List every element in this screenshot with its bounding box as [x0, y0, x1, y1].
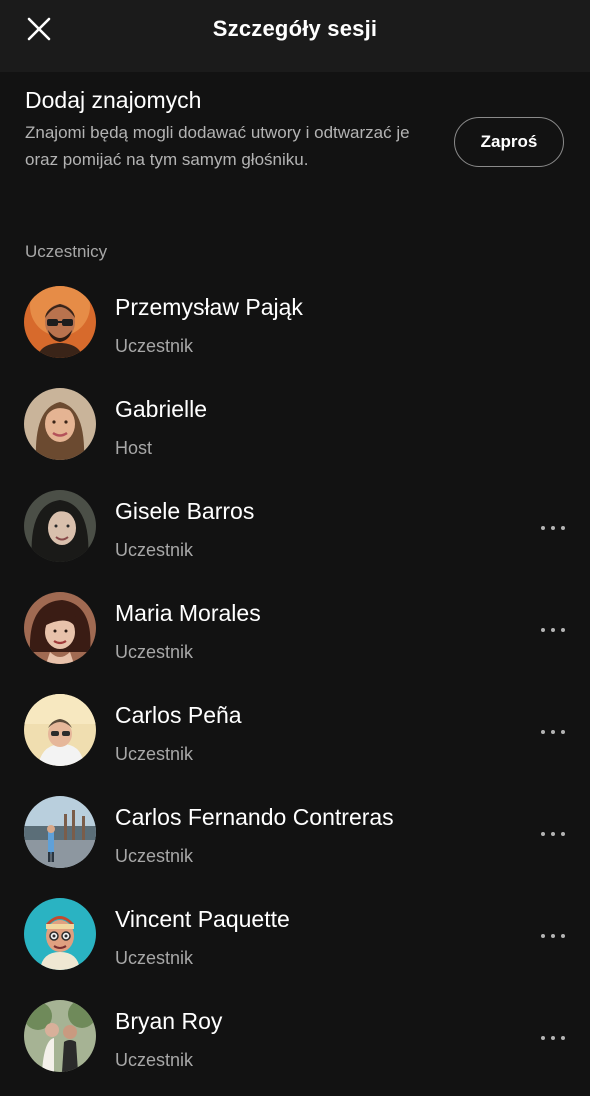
invite-button[interactable]: Zaproś — [454, 117, 564, 167]
dot-icon — [541, 1036, 545, 1040]
participant-name: Carlos Fernando Contreras — [115, 804, 394, 830]
top-bar: Szczegóły sesji — [0, 0, 590, 72]
participant-row[interactable]: Vincent Paquette Uczestnik — [0, 892, 590, 994]
avatar — [24, 286, 96, 358]
dot-icon — [551, 730, 555, 734]
participant-name: Gabrielle — [115, 396, 208, 422]
participant-name: Vincent Paquette — [115, 906, 290, 932]
participant-row[interactable]: Gabrielle Host — [0, 382, 590, 484]
avatar — [24, 796, 96, 868]
avatar — [24, 388, 96, 460]
avatar — [24, 490, 96, 562]
more-options-button[interactable] — [536, 1026, 570, 1050]
participant-role: Uczestnik — [115, 1050, 194, 1070]
page-title: Szczegóły sesji — [212, 16, 378, 41]
more-options-button[interactable] — [536, 516, 570, 540]
dot-icon — [541, 934, 545, 938]
participant-row[interactable]: Carlos Fernando Contreras Uczestnik — [0, 790, 590, 892]
dot-icon — [551, 526, 555, 530]
participant-role: Uczestnik — [115, 846, 194, 866]
add-friends-description: Znajomi będą mogli dodawać utwory i odtw… — [25, 123, 410, 169]
participant-role: Uczestnik — [115, 336, 194, 356]
add-friends-title: Dodaj znajomych — [25, 87, 202, 113]
more-options-button[interactable] — [536, 924, 570, 948]
participant-role: Uczestnik — [115, 642, 194, 662]
participant-name: Przemysław Pająk — [115, 294, 303, 320]
more-options-button[interactable] — [536, 822, 570, 846]
dot-icon — [551, 934, 555, 938]
dot-icon — [541, 628, 545, 632]
participant-name: Maria Morales — [115, 600, 261, 626]
dot-icon — [561, 1036, 565, 1040]
dot-icon — [551, 628, 555, 632]
dot-icon — [551, 1036, 555, 1040]
participant-role: Uczestnik — [115, 744, 194, 764]
participants-heading: Uczestnicy — [25, 242, 108, 261]
dot-icon — [561, 934, 565, 938]
participant-row[interactable]: Gisele Barros Uczestnik — [0, 484, 590, 586]
more-options-button[interactable] — [536, 618, 570, 642]
avatar — [24, 898, 96, 970]
participant-name: Gisele Barros — [115, 498, 255, 524]
participants-list: Przemysław Pająk Uczestnik Gabrielle Hos… — [0, 280, 590, 1096]
participant-row[interactable]: Przemysław Pająk Uczestnik — [0, 280, 590, 382]
avatar — [24, 592, 96, 664]
participant-row[interactable]: Bryan Roy Uczestnik — [0, 994, 590, 1096]
avatar — [24, 1000, 96, 1072]
avatar — [24, 694, 96, 766]
participant-row[interactable]: Maria Morales Uczestnik — [0, 586, 590, 688]
participant-role: Uczestnik — [115, 540, 194, 560]
dot-icon — [561, 832, 565, 836]
dot-icon — [541, 832, 545, 836]
participant-name: Bryan Roy — [115, 1008, 223, 1034]
dot-icon — [561, 628, 565, 632]
dot-icon — [541, 526, 545, 530]
dot-icon — [561, 730, 565, 734]
participant-name: Carlos Peña — [115, 702, 242, 728]
participant-role: Uczestnik — [115, 948, 194, 968]
dot-icon — [551, 832, 555, 836]
participant-row[interactable]: Carlos Peña Uczestnik — [0, 688, 590, 790]
more-options-button[interactable] — [536, 720, 570, 744]
dot-icon — [541, 730, 545, 734]
participant-role: Host — [115, 438, 153, 458]
dot-icon — [561, 526, 565, 530]
